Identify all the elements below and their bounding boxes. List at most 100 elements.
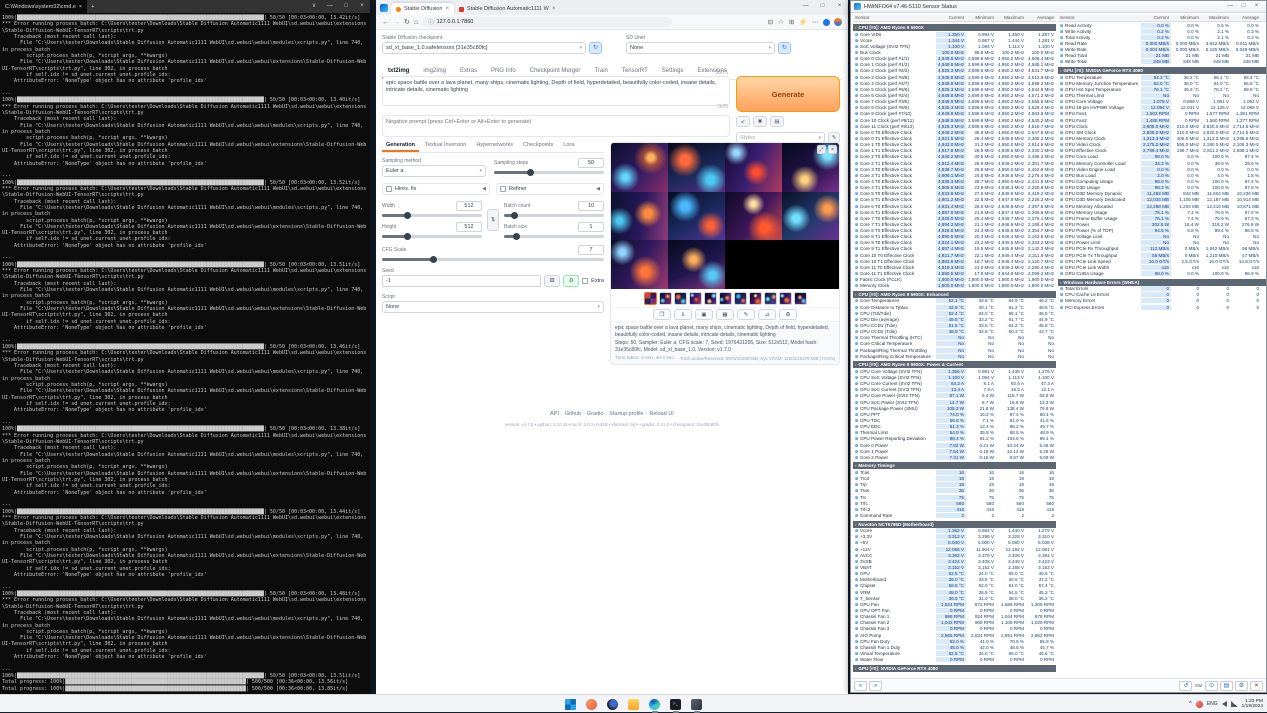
gallery-thumbnail-8[interactable] [749, 292, 762, 305]
sensor-row[interactable]: Water Flow0 RPM0 RPM0 RPM0 RPM [853, 657, 1056, 663]
browser-tab-2[interactable]: Stable Diffusion Automatic1111 W × [454, 3, 560, 15]
profile-avatar[interactable] [823, 19, 830, 26]
reset-values-icon[interactable]: ↺ [1179, 681, 1192, 691]
paste-params-button[interactable]: ↙ [736, 116, 750, 127]
sensor-row[interactable]: Core 6 Clock (perf #2/4)4,949.8 MHz3,599… [853, 92, 1056, 98]
sensor-row[interactable]: Total Errors0000 [1058, 286, 1266, 292]
sensor-row[interactable]: 3VSB3.424 V3.408 V3.440 V3.423 V [853, 558, 1056, 564]
sensor-row[interactable]: GPU PCIe Link Speed16.0 GT/s2.5 GT/s16.0… [1058, 258, 1266, 264]
sensor-row[interactable]: CPU Fan1,524 RPM872 RPM1,688 RPM1,305 RP… [853, 601, 1056, 607]
sensor-row[interactable]: Core 0 T1 Effective Clock4,921.5 MHz28.4… [853, 135, 1056, 141]
slider-handle[interactable] [404, 212, 411, 219]
sensor-row[interactable]: GPU PCIe Rx Throughput112 MB/s0 MB/s1,84… [1058, 246, 1266, 252]
back-icon[interactable]: ← [382, 19, 389, 26]
address-bar[interactable]: ⓘ 127.0.0.1:7860 [422, 17, 672, 27]
gallery-thumbnail-11[interactable] [794, 292, 807, 305]
sensor-row[interactable]: CPU Cache L0 Errors0000 [1058, 292, 1266, 298]
sensor-row[interactable]: GPU Power (% of TDP)94.5 %5.8 %99.4 %86.… [1058, 228, 1266, 234]
sensor-row[interactable]: GPU Bus Load2.0 %0.0 %4.0 %1.8 % [1058, 172, 1266, 178]
subtab-lora[interactable]: Lora [559, 140, 578, 152]
refiner-toggle[interactable]: Refiner ◀ [496, 183, 604, 195]
apply-styles-button[interactable]: ▤ [770, 116, 784, 127]
sensor-row[interactable]: Core 7 T1 Effective Clock4,894.3 MHz21.1… [853, 221, 1056, 227]
footer-link-startup-profile[interactable]: Startup profile [609, 411, 643, 417]
sensor-group-header[interactable]: ▪Memory Timings [853, 462, 1056, 469]
sensor-row[interactable]: GPU Power LimitNoNoNoNo [1058, 240, 1266, 246]
sensor-row[interactable]: Virtual Temperature52.5 °C34.0 °C65.0 °C… [853, 650, 1056, 656]
maximize-button[interactable]: □ [814, 0, 831, 13]
maximize-button[interactable]: □ [338, 0, 354, 13]
save-zip-button[interactable]: ▣ [695, 309, 713, 320]
sensor-row[interactable]: Trp19191919 [853, 482, 1056, 488]
sensor-row[interactable]: Core 3 T0 Effective Clock4,938.7 MHz29.8… [853, 166, 1056, 172]
sensor-row[interactable]: Tras36363636 [853, 488, 1056, 494]
sensor-row[interactable]: VBAT3.152 V3.152 V3.168 V3.153 V [853, 564, 1056, 570]
sensor-row[interactable]: Total Activity0.2 %0.0 %2.1 %0.3 % [1058, 34, 1266, 40]
footer-link-gradio[interactable]: Gradio [587, 411, 604, 417]
sensor-row[interactable]: Read Activity0.0 %0.0 %0.6 %0.0 % [1058, 22, 1266, 28]
gallery-thumbnail-9[interactable] [764, 292, 777, 305]
sensor-row[interactable]: SoC Voltage (SVI2 TFN)1.100 V1.094 V1.11… [853, 43, 1056, 49]
sensor-row[interactable]: Memory Clock1,800.0 MHz1,800.0 MHz1,800.… [853, 283, 1056, 289]
sensor-row[interactable]: GPU Fan21,486 RPM0 RPM1,560 RPM1,377 RPM [1058, 117, 1266, 123]
sensor-row[interactable]: GPU D3D Memory Dynamic11,482 MB842 MB11,… [1058, 191, 1266, 197]
gallery-image-12[interactable] [782, 240, 839, 289]
sensor-row[interactable]: CPU52.5 °C34.0 °C65.0 °C46.6 °C [853, 571, 1056, 577]
taskbar-widgets[interactable] [585, 697, 599, 711]
tab-close-icon[interactable]: × [445, 6, 449, 12]
sensor-row[interactable]: Core 4 Clock (perf #4/7)4,948.9 MHz3,599… [853, 80, 1056, 86]
sensor-row[interactable]: Core Thermal Throttling (HTC)NoNoNoNo [853, 335, 1056, 341]
sensor-row[interactable]: Core 0 T0 Effective Clock4,948.2 MHz35.9… [853, 129, 1056, 135]
sensor-row[interactable]: Vcore1.352 V0.984 V1.440 V1.279 V [853, 528, 1056, 534]
sensor-row[interactable]: +3.3V3.312 V3.296 V3.328 V3.310 V [853, 534, 1056, 540]
close-button[interactable]: × [1250, 1, 1263, 12]
sensor-row[interactable]: Core 6 T1 Effective Clock4,897.8 MHz21.9… [853, 209, 1056, 215]
minimize-button[interactable]: — [322, 0, 338, 13]
script-dropdown[interactable]: None ▾ [382, 301, 604, 313]
sensor-row[interactable]: Read Rate0.000 MB/s0.000 MB/s3.842 MB/s0… [1058, 40, 1266, 46]
negative-prompt-input[interactable] [382, 115, 730, 137]
sensor-row[interactable]: Motherboard38.0 °C33.5 °C40.5 °C37.2 °C [853, 577, 1056, 583]
sensor-row[interactable]: Core Temperatures52.1 °C33.8 °C64.9 °C46… [853, 298, 1056, 304]
sensor-row[interactable]: Core 2 T0 Effective Clock4,940.2 MHz30.5… [853, 154, 1056, 160]
reuse-seed-button[interactable]: ♻ [779, 309, 797, 320]
sensor-row[interactable]: GPU SM Clock2,805.0 MHz210.0 MHz2,820.0 … [1058, 129, 1266, 135]
sensor-row[interactable]: Bus Clock100.0 MHz99.8 MHz100.2 MHz100.0… [853, 49, 1056, 55]
sensor-row[interactable]: Write Activity0.2 %0.0 %2.1 %0.3 % [1058, 28, 1266, 34]
sensor-row[interactable]: GPU Effective Clock2,789.4 MHz198.7 MHz2… [1058, 148, 1266, 154]
sensor-row[interactable]: Command Rate2222 [853, 512, 1056, 518]
sensor-row[interactable]: CPU SoC Power (SVI2 TFN)14.7 W8.7 W16.9 … [853, 399, 1056, 405]
footer-link-reload-ui[interactable]: Reload UI [649, 411, 673, 417]
sensor-group-header[interactable]: ▪GPU [#0]: NVIDIA GeForce RTX 4080 [853, 665, 1056, 672]
gallery-thumbnail-6[interactable] [719, 292, 732, 305]
sensor-row[interactable]: Trc75757575 [853, 494, 1056, 500]
gallery-image-3[interactable] [725, 143, 782, 192]
forward-icon[interactable]: → [393, 19, 400, 26]
sampling-method-dropdown[interactable]: Euler a ▾ [382, 165, 486, 177]
sensor-row[interactable]: Core 1 Power7.54 W0.18 W10.12 W5.28 W [853, 448, 1056, 454]
tray-overflow-icon[interactable]: ^ [1189, 701, 1192, 707]
sensor-row[interactable]: Chassis Fan 1986 RPM924 RPM1,044 RPM978 … [853, 614, 1056, 620]
gallery-image-11[interactable] [725, 240, 782, 289]
close-sensors-icon[interactable]: × [1250, 681, 1263, 691]
volume-icon[interactable] [1222, 701, 1227, 707]
sampling-steps-input[interactable] [578, 158, 604, 168]
footer-link-api[interactable]: API [550, 411, 559, 417]
gallery-thumbnail-7[interactable] [734, 292, 747, 305]
sensor-row[interactable]: GPU PCIe Link Widthx16x16x16x16 [1058, 264, 1266, 270]
sensor-group-header[interactable]: ▪CPU [#0]: AMD Ryzen 9 5900X [853, 24, 1056, 31]
gallery-thumbnail-4[interactable] [689, 292, 702, 305]
refresh-icon[interactable]: ↻ [404, 18, 410, 26]
batch-count-input[interactable] [578, 201, 604, 211]
sensor-row[interactable]: Write Total348 MB348 MB348 MB348 MB [1058, 59, 1266, 65]
slider-handle[interactable] [404, 233, 411, 240]
random-seed-button[interactable]: ⚄ [544, 275, 560, 287]
sensor-row[interactable]: CPU SoC Current (SVI2 TFN)13.4 A7.9 A15.… [853, 387, 1056, 393]
sensor-row[interactable]: Core 1 Clock (perf #1/2)4,949.6 MHz3,599… [853, 62, 1056, 68]
language-indicator[interactable]: ENG [1207, 701, 1218, 707]
favorites-icon[interactable]: ☆ [778, 18, 784, 26]
width-input[interactable] [456, 201, 482, 211]
cfg-scale-input[interactable] [578, 245, 604, 255]
terminal-tab[interactable]: C:\Windows\system32\cmd.e × [0, 0, 87, 13]
sensor-row[interactable]: CPU OPT Fan0 RPM0 RPM0 RPM0 RPM [853, 607, 1056, 613]
